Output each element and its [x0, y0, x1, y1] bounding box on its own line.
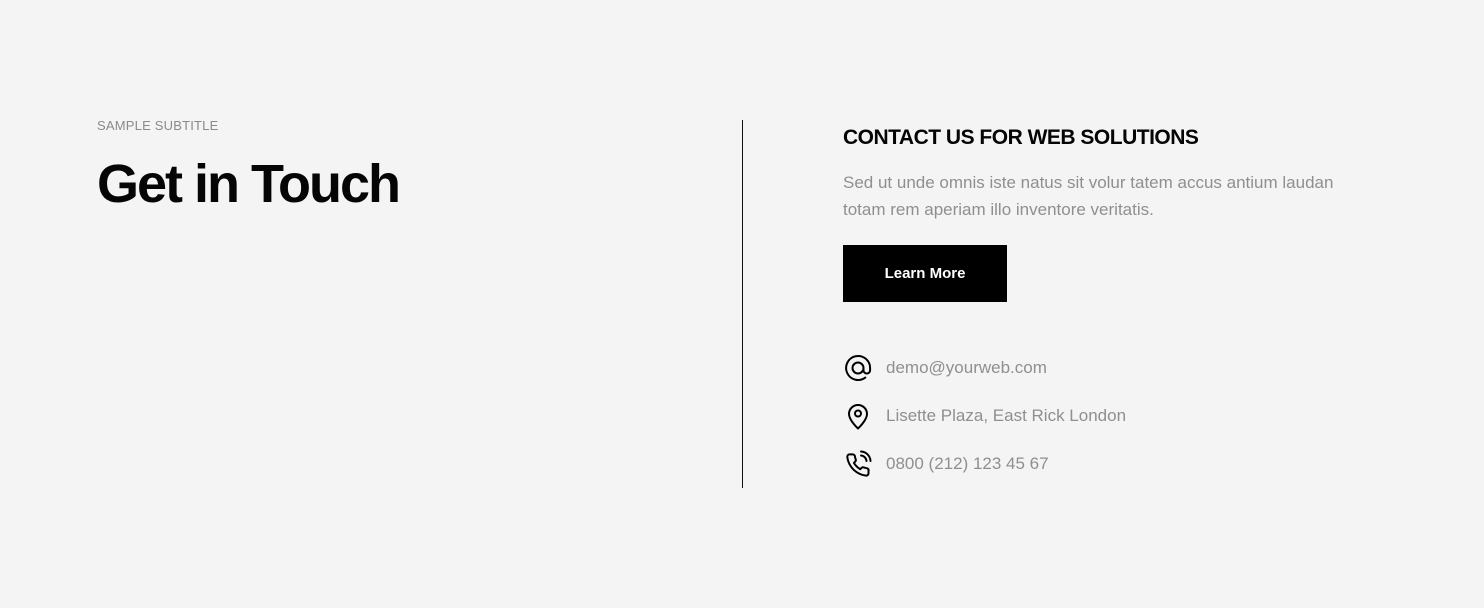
contact-heading: CONTACT US FOR WEB SOLUTIONS [843, 126, 1199, 149]
learn-more-button[interactable]: Learn More [843, 245, 1007, 302]
contact-details: CONTACT US FOR WEB SOLUTIONS Sed ut unde… [843, 124, 1403, 302]
vertical-divider [742, 120, 743, 488]
contact-address-row[interactable]: Lisette Plaza, East Rick London [843, 398, 1126, 434]
contact-address: Lisette Plaza, East Rick London [886, 406, 1127, 425]
contact-description: Sed ut unde omnis iste natus sit volur t… [843, 173, 1334, 219]
contact-email: demo@yourweb.com [886, 358, 1047, 377]
at-icon [843, 353, 873, 383]
contact-intro: SAMPLE SUBTITLE Get in Touch [97, 118, 401, 214]
contact-phone: 0800 (212) 123 45 67 [886, 454, 1049, 473]
contact-list: demo@yourweb.com Lisette Plaza, East Ric… [843, 350, 1126, 494]
map-pin-icon [843, 401, 873, 431]
page-title: Get in Touch [97, 154, 401, 214]
section-subtitle: SAMPLE SUBTITLE [97, 118, 219, 133]
contact-phone-row[interactable]: 0800 (212) 123 45 67 [843, 446, 1126, 482]
phone-icon [843, 449, 873, 479]
contact-email-row[interactable]: demo@yourweb.com [843, 350, 1126, 386]
